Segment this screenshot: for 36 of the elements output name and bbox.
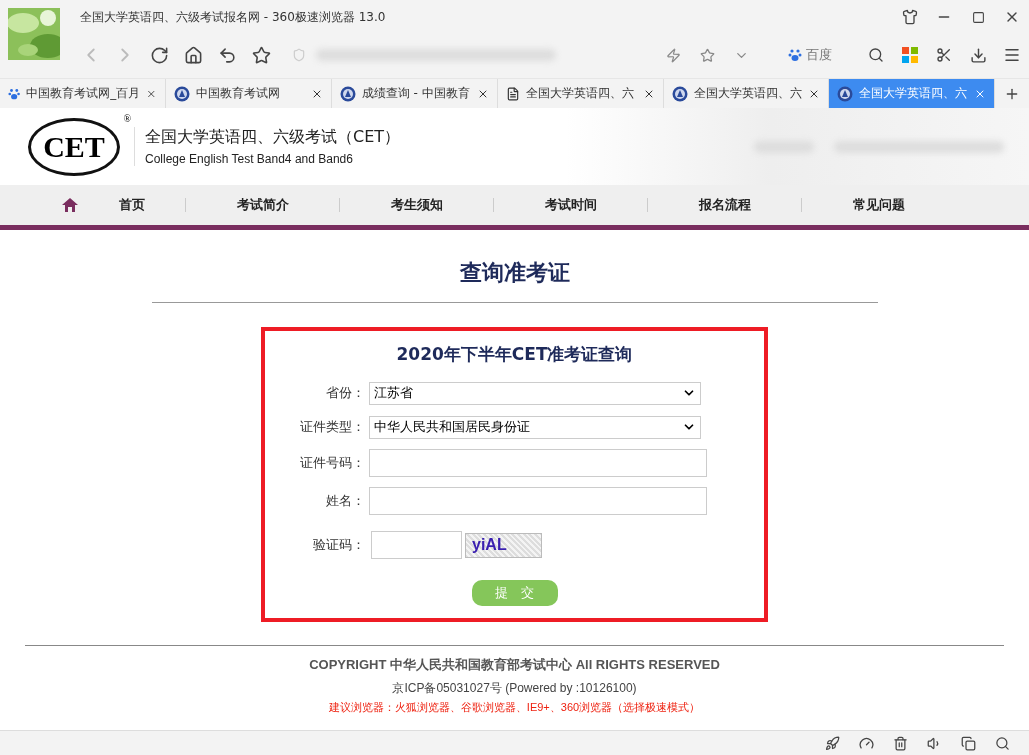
nav-link[interactable]: 考生须知: [340, 198, 494, 212]
browser-advice-text: 建议浏览器：火狐浏览器、谷歌浏览器、IE9+、360浏览器（选择极速模式）: [328, 700, 701, 715]
captcha-field[interactable]: [371, 531, 462, 559]
field-label: 姓名：: [325, 492, 365, 510]
field-label: 省份：: [325, 384, 365, 402]
seal-icon: [173, 85, 190, 102]
icp-text: 京ICP备05031027号 (Powered by :10126100): [392, 680, 637, 697]
field-label: 证件号码：: [299, 454, 365, 472]
nav-link[interactable]: 考试简介: [186, 198, 340, 212]
site-subtitle: College English Test Band4 and Band6: [145, 152, 354, 166]
site-title: 全国大学英语四、六级考试（CET）: [145, 127, 401, 148]
paw-icon: [788, 48, 802, 62]
nav-link[interactable]: 首页: [78, 198, 186, 212]
registered-mark: ®: [123, 112, 131, 124]
copyright-text: COPYRIGHT 中华人民共和国教育部考试中心 All RIGHTS RESERVED: [309, 656, 720, 674]
nav-link[interactable]: 考试时间: [494, 198, 648, 212]
input-field[interactable]: [369, 487, 707, 515]
select-field[interactable]: 江苏省: [369, 381, 701, 405]
shield-icon: [292, 48, 306, 62]
form-title: 2020年下半年CET准考证查询: [396, 343, 633, 366]
input-field[interactable]: [369, 449, 707, 477]
field-label: 证件类型：: [299, 418, 365, 436]
home-icon[interactable]: [62, 198, 78, 212]
seal-icon: [671, 85, 688, 102]
paw-icon: [8, 86, 21, 101]
page-title: 查询准考证: [459, 259, 570, 287]
page-icon: [505, 86, 520, 101]
field-label: 验证码：: [312, 536, 365, 554]
nav-link[interactable]: 常见问题: [802, 198, 956, 212]
search-engine-field[interactable]: 百度: [788, 46, 859, 64]
seal-icon: [837, 85, 854, 102]
seal-icon: [339, 85, 356, 102]
captcha-image: yiAL: [465, 532, 542, 558]
window-title: 全国大学英语四、六级考试报名网 - 360极速浏览器 13.0: [80, 8, 387, 26]
select-field[interactable]: 中华人民共和国居民身份证: [369, 415, 701, 439]
nav-link[interactable]: 报名流程: [648, 198, 802, 212]
